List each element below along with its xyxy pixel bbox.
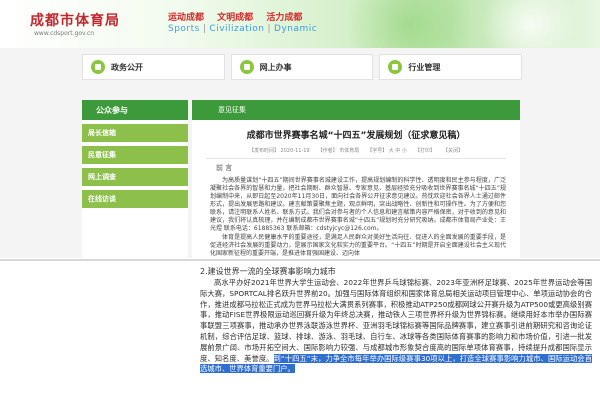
nav-item-industry-management[interactable]: 行业管理 (379, 54, 523, 80)
site-logo-title[interactable]: 成都市体育局 (30, 10, 120, 30)
document-icon (91, 60, 105, 74)
sidebar-item-mailbox[interactable]: 局长信箱 (82, 124, 188, 142)
main-content: 意见征集 成都市世界赛事名城“十四五”发展规划（征求意见稿） 【发布时间】 20… (192, 100, 520, 258)
sidebar-item-opinion-collection[interactable]: 民意征集 (82, 146, 188, 164)
slogan-en: Civilization (209, 24, 265, 34)
document-excerpt: 2.建设世界一流的全球赛事影响力城市 高水平办好2021年世界大学生运动会、20… (0, 261, 600, 400)
nav-item-gov-affairs[interactable]: 政务公开 (82, 54, 225, 80)
slogan-en: Sports (168, 24, 200, 34)
article-paragraph: 体育是提高人民健康水平的重要途径，是满足人民群众对美好生活向往、促进人的全面发展… (210, 234, 506, 258)
separator: | (267, 24, 272, 34)
nav-label: 网上办事 (259, 62, 292, 72)
article-body: 为高质量谋划“十四五”期间世界赛事名城建设工作，提高规划编制的科学性、透明度和民… (210, 177, 506, 258)
preface-heading: 前 言 (216, 164, 233, 172)
divider (206, 158, 506, 159)
nav-item-online-services[interactable]: 网上办事 (230, 54, 374, 80)
sidebar: 公众参与 局长信箱 民意征集 网上调查 在线访谈 (82, 100, 188, 258)
excerpt-text: 高水平办好2021年世界大学生运动会、2022年世界乒乓球锦标赛、2023年亚洲… (200, 278, 592, 363)
slogan: 文明成都 (217, 13, 254, 23)
close-button[interactable]: 【关闭】 (443, 147, 463, 154)
banner-decoration (470, 0, 590, 48)
slogan: 运动成都 (168, 13, 205, 23)
article-paragraph: 为高质量谋划“十四五”期间世界赛事名城建设工作，提高规划编制的科学性、透明度和民… (210, 177, 506, 233)
main-nav: 政务公开 网上办事 行业管理 (82, 54, 523, 80)
nav-label: 行业管理 (408, 62, 441, 72)
separator: | (202, 24, 207, 34)
article-meta: 【发布时间】 2020-11-19 【作者】 市体育局 【字号】 大 中 小 【… (192, 147, 520, 154)
briefcase-icon (388, 60, 403, 74)
site-logo-url: www.cdsport.gov.cn (34, 30, 95, 37)
slogans-en: Sports | Civilization | Dynamic (168, 24, 317, 34)
slogan-en: Dynamic (274, 24, 318, 34)
slogans-cn: 运动成都 文明成都 活力成都 (168, 10, 312, 23)
print-button[interactable]: 【打印】 (415, 147, 435, 154)
banner-decoration (330, 0, 490, 48)
font-size-control[interactable]: 【字号】 大 中 小 (367, 147, 407, 154)
sidebar-item-interview[interactable]: 在线访谈 (82, 190, 188, 208)
excerpt-body: 高水平办好2021年世界大学生运动会、2022年世界乒乓球锦标赛、2023年亚洲… (200, 278, 593, 375)
article-title: 成都市世界赛事名城“十四五”发展规划（征求意见稿） (246, 131, 466, 141)
meta-author: 【作者】 市体育局 (317, 148, 360, 154)
nav-label: 政务公开 (111, 62, 143, 72)
excerpt-heading: 2.建设世界一流的全球赛事影响力城市 (200, 267, 336, 276)
site-banner: 成都市体育局 www.cdsport.gov.cn 运动成都 文明成都 活力成都… (0, 0, 600, 48)
website-screenshot: 成都市体育局 www.cdsport.gov.cn 运动成都 文明成都 活力成都… (0, 0, 600, 258)
section-title: 意见征集 (192, 100, 520, 120)
sidebar-item-survey[interactable]: 网上调查 (82, 168, 188, 186)
computer-icon (239, 60, 254, 74)
sidebar-heading: 公众参与 (82, 100, 188, 120)
slogan: 活力成都 (266, 13, 303, 23)
meta-date: 【发布时间】 2020-11-19 (248, 148, 310, 154)
